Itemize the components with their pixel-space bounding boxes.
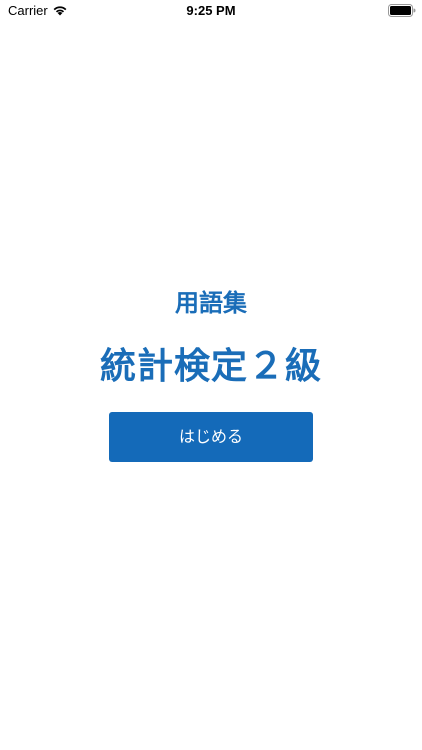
page-title: 統計検定２級 — [99, 346, 322, 387]
status-bar: Carrier 9:25 PM — [0, 0, 422, 22]
subtitle-glossary: 用語集 — [175, 289, 247, 317]
start-button[interactable]: はじめる — [109, 412, 313, 462]
battery-icon — [388, 4, 416, 17]
status-time: 9:25 PM — [186, 3, 236, 18]
